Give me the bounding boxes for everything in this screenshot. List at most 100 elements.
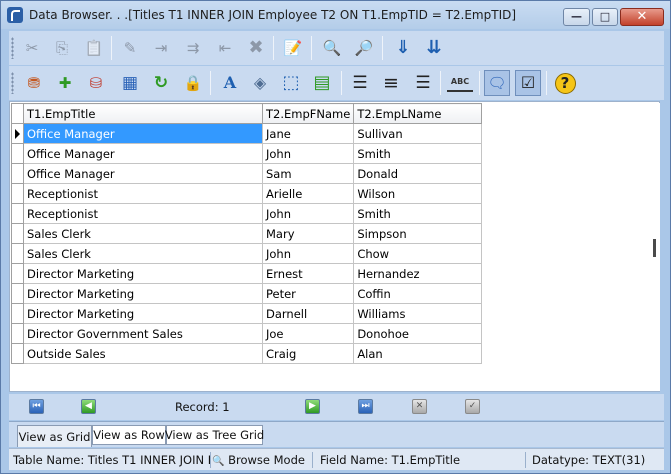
scrollbar-thumb[interactable] [653, 239, 656, 257]
maximize-button[interactable]: □ [592, 8, 618, 26]
align-left-button[interactable]: ☰ [347, 70, 373, 96]
grid-cell[interactable]: Director Government Sales [23, 323, 263, 344]
grid-cell[interactable]: Chow [353, 243, 483, 264]
table-row[interactable]: Office Manager Jane Sullivan [11, 123, 483, 144]
table-row[interactable]: Office Manager Sam Donald [11, 163, 483, 184]
toolbar-grip[interactable] [11, 37, 14, 59]
table-layout-button[interactable]: ▦ [117, 70, 143, 96]
grid-cell[interactable]: Hernandez [353, 263, 483, 284]
row-indicator[interactable] [11, 343, 24, 364]
insert-row-button[interactable]: ⇥ [148, 35, 174, 61]
remove-filter-button[interactable]: ⛁ [83, 70, 109, 96]
row-indicator[interactable] [11, 183, 24, 204]
grid-cell[interactable]: John [261, 203, 355, 224]
sort-ascending-button[interactable]: ⇓ [390, 35, 416, 61]
prior-record-button[interactable]: ◀ [81, 399, 96, 414]
grid-cell[interactable]: Darnell [261, 303, 355, 324]
grid-cell[interactable]: Ernest [261, 263, 355, 284]
append-row-button[interactable]: ⇉ [180, 35, 206, 61]
column-header[interactable]: T1.EmpTitle [23, 103, 263, 124]
grid-cell[interactable]: Sam [261, 163, 355, 184]
grid-cell[interactable]: Sales Clerk [23, 223, 263, 244]
grid-cell[interactable]: Donohoe [353, 323, 483, 344]
column-header[interactable]: T2.EmpLName [353, 103, 483, 124]
grid-cell[interactable]: Wilson [353, 183, 483, 204]
row-indicator[interactable] [11, 203, 24, 224]
grid-cell[interactable]: Jane [261, 123, 355, 144]
toolbar-grip[interactable] [11, 72, 14, 94]
grid-cell[interactable]: Office Manager [23, 143, 263, 164]
edit-button[interactable]: ✎ [117, 35, 143, 61]
grid-cell[interactable]: Simpson [353, 223, 483, 244]
table-row[interactable]: Director Marketing Darnell Williams [11, 303, 483, 324]
row-indicator[interactable] [11, 123, 24, 144]
view-checklist-button[interactable]: ☑ [515, 70, 541, 96]
cell-border-button[interactable]: ⬚ [278, 70, 304, 96]
help-button[interactable]: ? [552, 70, 578, 96]
delete-button[interactable]: ✖ [243, 35, 269, 61]
find-replace-button[interactable]: 🔎 [351, 35, 377, 61]
grid-cell[interactable]: Sullivan [353, 123, 483, 144]
grid-cell[interactable]: Director Marketing [23, 303, 263, 324]
minimize-button[interactable]: — [563, 8, 590, 26]
row-indicator[interactable] [11, 243, 24, 264]
find-button[interactable]: 🔍 [319, 35, 345, 61]
row-indicator[interactable] [11, 323, 24, 344]
add-filter-button[interactable]: ✚ [52, 70, 78, 96]
refresh-button[interactable]: ↻ [148, 70, 174, 96]
grid-cell[interactable]: Sales Clerk [23, 243, 263, 264]
grid-cell[interactable]: Peter [261, 283, 355, 304]
row-indicator[interactable] [11, 163, 24, 184]
align-right-button[interactable]: ☰ [410, 70, 436, 96]
table-row[interactable]: Director Marketing Ernest Hernandez [11, 263, 483, 284]
table-row[interactable]: Sales Clerk Mary Simpson [11, 223, 483, 244]
tab-view-as-row[interactable]: View as Row [92, 425, 166, 445]
paste-button[interactable]: 📋 [81, 35, 107, 61]
grid-lines-button[interactable]: ▤ [309, 70, 335, 96]
lock-button[interactable]: 🔒 [180, 70, 206, 96]
row-indicator[interactable] [11, 263, 24, 284]
grid-cell[interactable]: Director Marketing [23, 263, 263, 284]
grid-cell[interactable]: Joe [261, 323, 355, 344]
column-header[interactable]: T2.EmpFName [261, 103, 355, 124]
spell-check-button[interactable]: ABC [447, 74, 473, 92]
grid-cell[interactable]: Coffin [353, 283, 483, 304]
filter-button[interactable]: ⛃ [21, 70, 47, 96]
grid-cell[interactable]: Outside Sales [23, 343, 263, 364]
grid-cell[interactable]: Donald [353, 163, 483, 184]
last-record-button[interactable]: ⏭ [358, 399, 373, 414]
fill-color-button[interactable]: ◈ [247, 70, 273, 96]
post-edit-button[interactable]: ✓ [465, 399, 480, 414]
first-record-button[interactable]: ⏮ [29, 399, 44, 414]
table-row[interactable]: Receptionist Arielle Wilson [11, 183, 483, 204]
grid-cell[interactable]: Williams [353, 303, 483, 324]
close-button[interactable]: ✕ [620, 8, 664, 26]
grid-cell[interactable]: Director Marketing [23, 283, 263, 304]
edit-notes-button[interactable]: 📝 [280, 35, 306, 61]
table-row[interactable]: Office Manager John Smith [11, 143, 483, 164]
vertical-scrollbar[interactable] [649, 103, 660, 391]
table-row[interactable]: Sales Clerk John Chow [11, 243, 483, 264]
copy-button[interactable]: ⎘ [49, 35, 75, 61]
table-row[interactable]: Director Marketing Peter Coffin [11, 283, 483, 304]
grid-cell[interactable]: Alan [353, 343, 483, 364]
font-button[interactable]: A [217, 70, 243, 96]
grid-cell[interactable]: Office Manager [23, 123, 263, 144]
tab-view-as-grid[interactable]: View as Grid [17, 425, 92, 447]
grid-cell[interactable]: John [261, 143, 355, 164]
grid-cell[interactable]: Smith [353, 143, 483, 164]
cancel-edit-button[interactable]: ✕ [412, 399, 427, 414]
tab-view-as-tree-grid[interactable]: View as Tree Grid [165, 425, 264, 445]
row-indicator[interactable] [11, 303, 24, 324]
table-row[interactable]: Director Government Sales Joe Donohoe [11, 323, 483, 344]
grid-cell[interactable]: Receptionist [23, 203, 263, 224]
grid-cell[interactable]: Office Manager [23, 163, 263, 184]
table-row[interactable]: Receptionist John Smith [11, 203, 483, 224]
data-grid[interactable]: T1.EmpTitle T2.EmpFName T2.EmpLName Offi… [9, 101, 660, 392]
grid-cell[interactable]: Receptionist [23, 183, 263, 204]
row-indicator[interactable] [11, 143, 24, 164]
grid-cell[interactable]: John [261, 243, 355, 264]
grid-cell[interactable]: Arielle [261, 183, 355, 204]
grid-cell[interactable]: Mary [261, 223, 355, 244]
sort-descending-button[interactable]: ⇊ [421, 35, 447, 61]
